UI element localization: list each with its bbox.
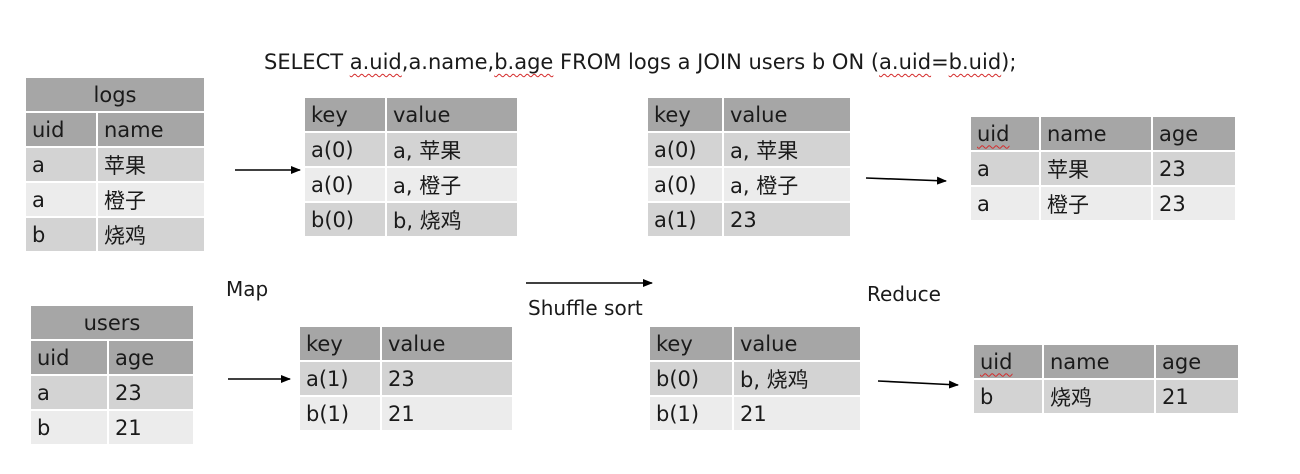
arrow-reduce-a <box>865 176 947 185</box>
arrow-reduce-b <box>877 380 959 389</box>
flow-arrows <box>228 166 959 389</box>
